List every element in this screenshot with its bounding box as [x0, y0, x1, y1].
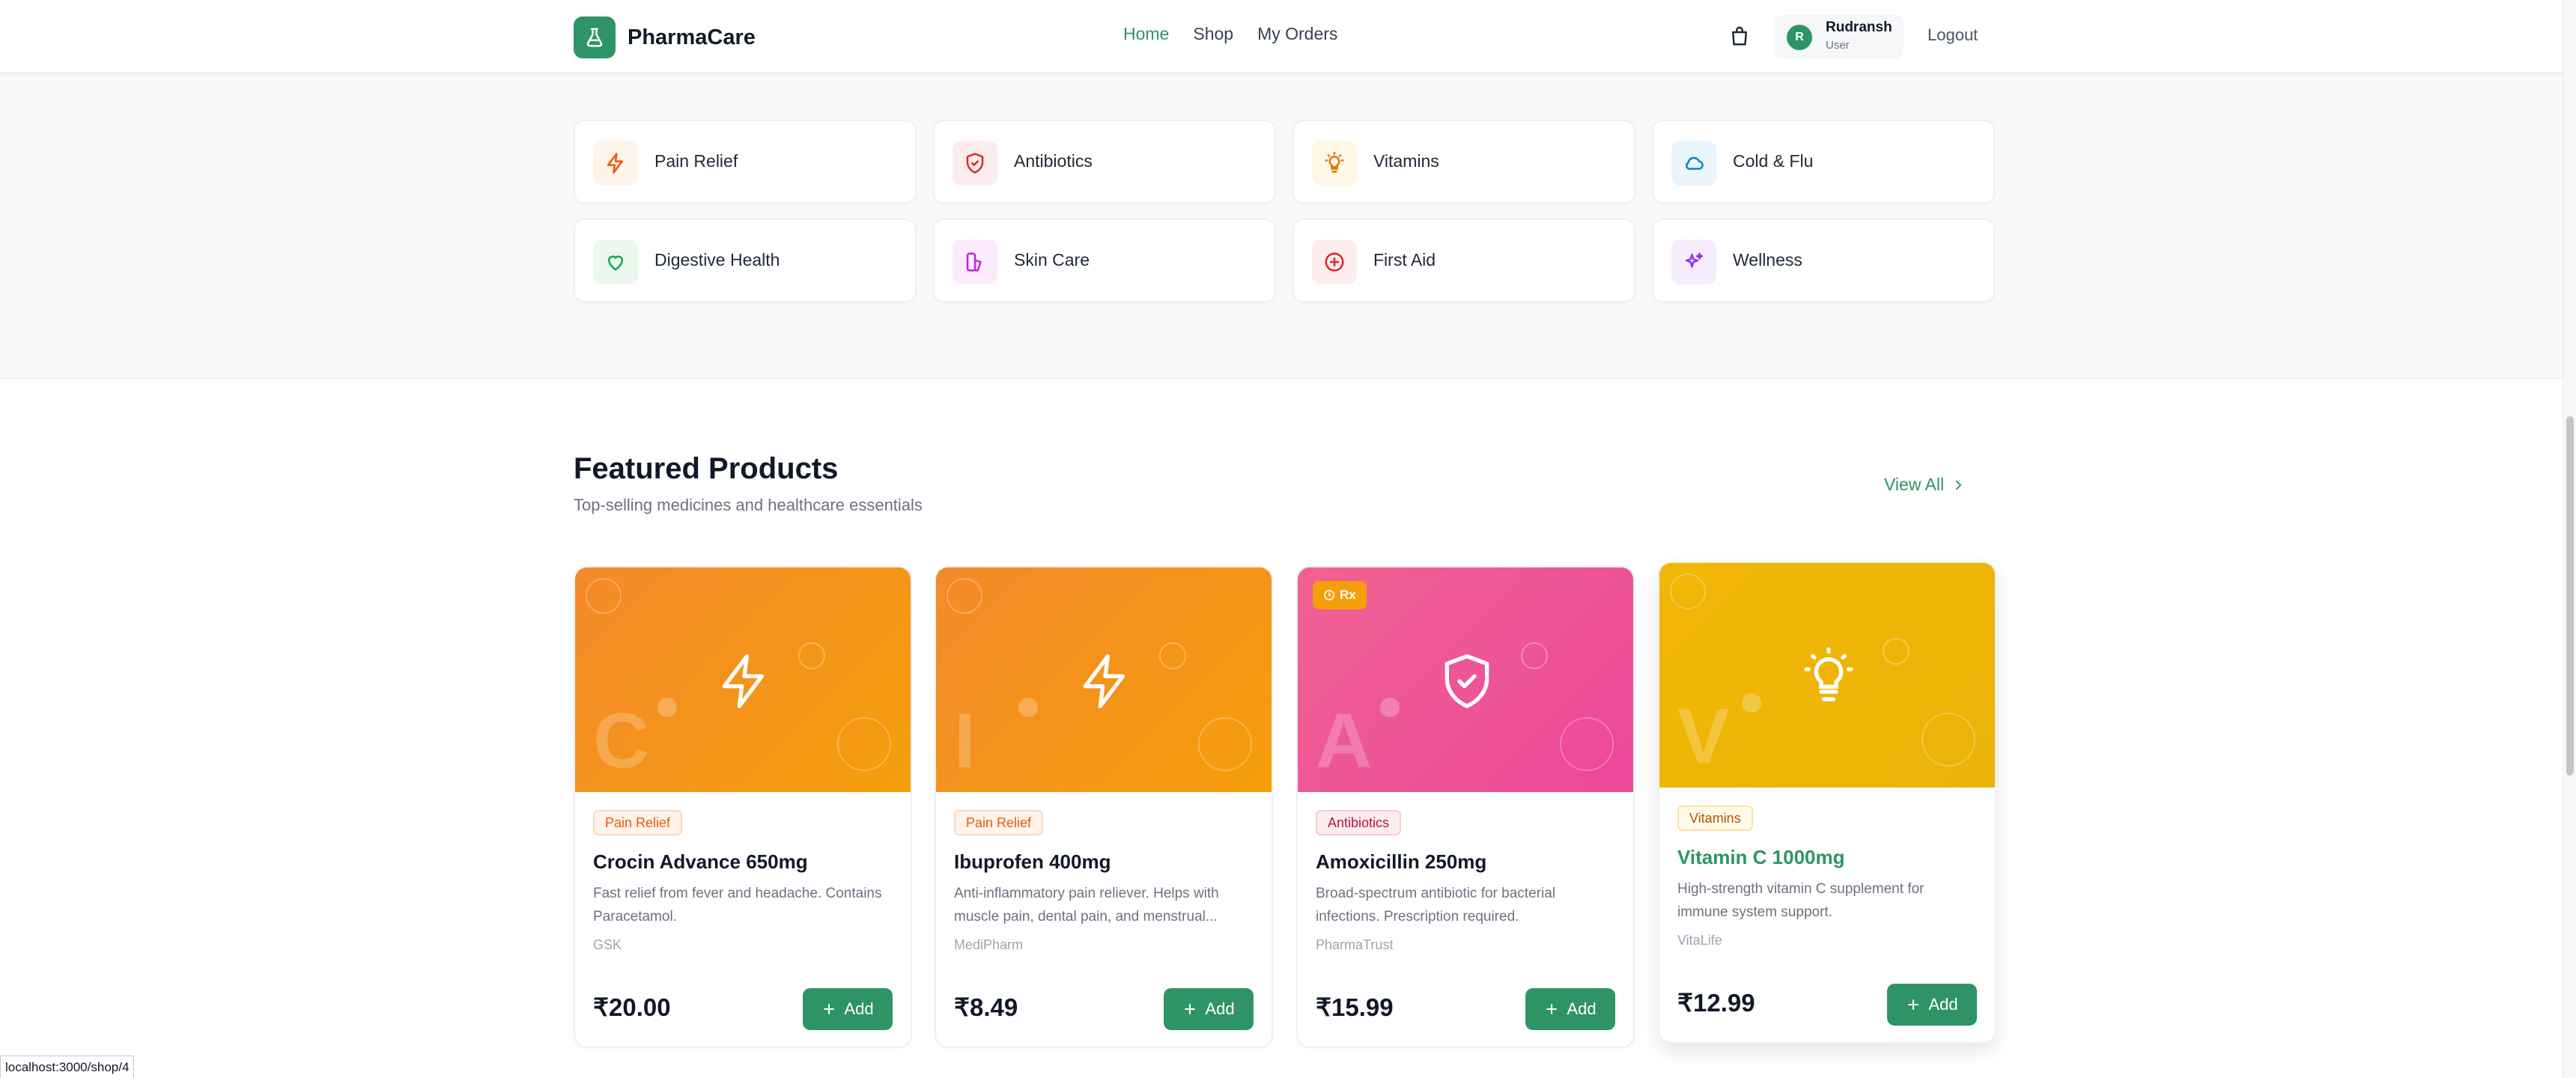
product-brand: VitaLife: [1677, 933, 1722, 948]
category-pain-relief[interactable]: Pain Relief: [574, 120, 917, 204]
category-first-aid[interactable]: First Aid: [1292, 219, 1635, 302]
product-initial: C: [593, 698, 650, 785]
product-initial: A: [1316, 698, 1373, 785]
category-cold-flu[interactable]: Cold & Flu: [1652, 120, 1995, 204]
prescription-badge: Rx: [1313, 581, 1367, 609]
rx-label: Rx: [1340, 588, 1356, 602]
product-name[interactable]: Ibuprofen 400mg: [954, 850, 1111, 874]
skin-care-icon: [953, 240, 997, 284]
category-antibiotics[interactable]: Antibiotics: [933, 120, 1276, 204]
add-to-cart-button[interactable]: Add: [1887, 984, 1977, 1026]
product-price: ₹20.00: [593, 993, 671, 1021]
shield-icon: [953, 141, 997, 186]
product-image: I: [936, 567, 1272, 792]
plus-icon: [1908, 999, 1919, 1010]
sparkles-icon: [1671, 240, 1716, 284]
categories-section: Pain Relief Antibiotics Vitamins Cold & …: [0, 73, 2563, 379]
add-label: Add: [1567, 999, 1597, 1018]
chevron-right-icon: [1955, 480, 1962, 490]
category-tag: Pain Relief: [954, 810, 1044, 835]
plus-circle-icon: [1312, 240, 1357, 284]
category-skin-care[interactable]: Skin Care: [933, 219, 1276, 302]
shield-check-icon: [1437, 648, 1497, 714]
category-tag: Vitamins: [1677, 806, 1753, 831]
user-name: Rudransh: [1826, 19, 1892, 35]
nav-my-orders[interactable]: My Orders: [1257, 24, 1337, 44]
brand-name: PharmaCare: [628, 25, 756, 49]
category-tag: Antibiotics: [1316, 810, 1402, 835]
top-navbar: PharmaCare Home Shop My Orders R Rudrans…: [0, 0, 2563, 73]
product-brand: PharmaTrust: [1316, 937, 1394, 952]
category-label: Pain Relief: [654, 151, 738, 171]
product-initial: I: [954, 698, 976, 785]
product-image: C: [575, 567, 911, 792]
product-name[interactable]: Vitamin C 1000mg: [1677, 846, 1845, 869]
product-brand: MediPharm: [954, 937, 1024, 952]
category-label: Skin Care: [1014, 250, 1090, 270]
add-to-cart-button[interactable]: Add: [1525, 988, 1615, 1030]
product-price: ₹8.49: [954, 993, 1018, 1021]
page-scrollbar[interactable]: [2563, 0, 2576, 1078]
cloud-icon: [1671, 141, 1716, 186]
heart-icon: [593, 240, 638, 284]
lightning-icon: [1075, 648, 1135, 714]
lightning-icon: [593, 141, 638, 186]
plus-icon: [1546, 1004, 1558, 1014]
category-label: Wellness: [1733, 250, 1802, 270]
category-label: Vitamins: [1373, 151, 1439, 171]
product-price: ₹15.99: [1316, 993, 1394, 1021]
category-label: Digestive Health: [654, 250, 780, 270]
clock-icon: [1324, 590, 1334, 600]
product-image: V: [1659, 563, 1995, 788]
product-initial: V: [1677, 693, 1730, 780]
category-label: Cold & Flu: [1733, 151, 1814, 171]
view-all-link[interactable]: View All: [1884, 475, 1965, 495]
logout-button[interactable]: Logout: [1928, 25, 1978, 45]
scroll-thumb[interactable]: [2566, 416, 2574, 776]
product-card[interactable]: C Pain Relief Crocin Advance 650mg Fast …: [574, 566, 912, 1048]
user-menu[interactable]: R Rudransh User: [1775, 15, 1904, 58]
product-brand: GSK: [593, 937, 622, 952]
product-description: Fast relief from fever and headache. Con…: [593, 886, 882, 925]
lightning-icon: [714, 648, 774, 714]
lightbulb-icon: [1799, 644, 1859, 710]
avatar: R: [1787, 25, 1812, 50]
add-label: Add: [1928, 995, 1958, 1014]
nav-shop[interactable]: Shop: [1193, 24, 1233, 44]
nav-home[interactable]: Home: [1123, 24, 1169, 44]
product-description: Anti-inflammatory pain reliever. Helps w…: [954, 886, 1219, 925]
product-card[interactable]: V Vitamins Vitamin C 1000mg High-strengt…: [1658, 561, 1996, 1044]
add-to-cart-button[interactable]: Add: [803, 988, 893, 1030]
add-to-cart-button[interactable]: Add: [1164, 988, 1254, 1030]
lightbulb-icon: [1312, 141, 1357, 186]
product-card[interactable]: A Rx Antibiotics Amoxicillin 250mg Broad…: [1296, 566, 1635, 1048]
section-subtitle: Top-selling medicines and healthcare ess…: [574, 496, 923, 514]
status-bar-url: localhost:3000/shop/4: [0, 1056, 135, 1078]
plus-icon: [824, 1004, 835, 1014]
product-price: ₹12.99: [1677, 989, 1755, 1017]
category-digestive-health[interactable]: Digestive Health: [574, 219, 917, 302]
main-nav: Home Shop My Orders: [1123, 24, 1337, 44]
brand-logo[interactable]: PharmaCare: [574, 16, 756, 58]
product-card[interactable]: I Pain Relief Ibuprofen 400mg Anti-infla…: [935, 566, 1273, 1048]
product-name[interactable]: Amoxicillin 250mg: [1316, 850, 1486, 874]
plus-icon: [1185, 1004, 1196, 1014]
section-title: Featured Products: [574, 452, 839, 485]
product-description: High-strength vitamin C supplement for i…: [1677, 881, 1925, 920]
product-name[interactable]: Crocin Advance 650mg: [593, 850, 808, 874]
user-role: User: [1826, 39, 1850, 52]
flask-icon: [574, 16, 616, 58]
category-tag: Pain Relief: [593, 810, 683, 835]
category-label: Antibiotics: [1014, 151, 1093, 171]
product-description: Broad-spectrum antibiotic for bacterial …: [1316, 886, 1555, 925]
category-label: First Aid: [1373, 250, 1436, 270]
category-wellness[interactable]: Wellness: [1652, 219, 1995, 302]
view-all-label: View All: [1884, 475, 1945, 494]
product-image: A Rx: [1298, 567, 1633, 792]
add-label: Add: [844, 999, 874, 1018]
category-vitamins[interactable]: Vitamins: [1292, 120, 1635, 204]
add-label: Add: [1205, 999, 1235, 1018]
shopping-bag-icon[interactable]: [1728, 24, 1751, 48]
